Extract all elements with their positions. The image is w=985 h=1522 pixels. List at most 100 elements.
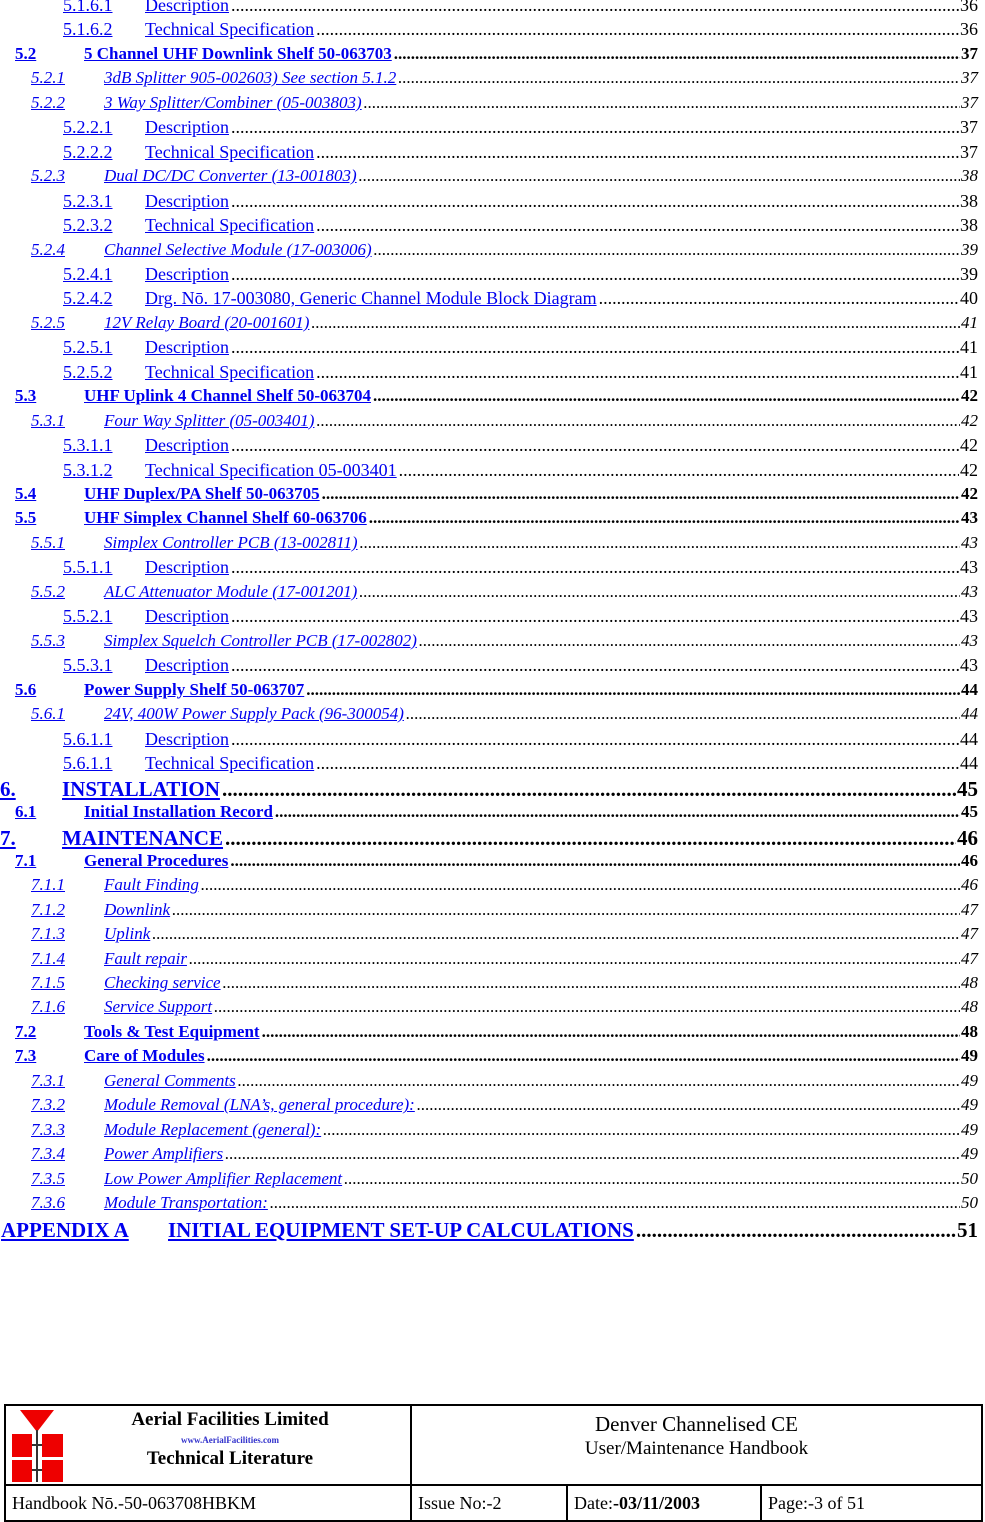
toc-entry-title[interactable]: Fault repair: [104, 949, 187, 969]
toc-entry[interactable]: 5.3.1Four Way Splitter (05-003401) 42: [0, 411, 978, 435]
toc-entry[interactable]: 5.5.3.1Description 43: [0, 655, 978, 679]
toc-entry[interactable]: 5.6.1.1Technical Specification 44: [0, 753, 978, 777]
toc-entry-number[interactable]: 6.: [0, 777, 62, 802]
toc-entry-number[interactable]: 7.3.6: [31, 1193, 104, 1213]
toc-entry-title[interactable]: Drg. Nō. 17-003080, Generic Channel Modu…: [145, 288, 597, 309]
toc-entry-number[interactable]: 7.1.1: [31, 875, 104, 895]
toc-entry-number[interactable]: 5.2.2.1: [63, 117, 145, 138]
toc-entry[interactable]: 7.1.1Fault Finding 46: [0, 875, 978, 899]
toc-entry[interactable]: 5.2.3.1Description 38: [0, 191, 978, 215]
toc-entry[interactable]: 5.2.3.2Technical Specification 38: [0, 215, 978, 239]
toc-entry-title[interactable]: Checking service: [104, 973, 221, 993]
toc-entry-title[interactable]: Description: [145, 117, 229, 138]
toc-entry-number[interactable]: 5.2.3.2: [63, 215, 145, 236]
toc-entry-number[interactable]: 5.2.2: [31, 93, 104, 113]
toc-entry-title[interactable]: Downlink: [104, 900, 170, 920]
toc-entry[interactable]: 7.MAINTENANCE 46: [0, 826, 978, 850]
toc-entry[interactable]: 5.6Power Supply Shelf 50-063707 44: [0, 680, 978, 704]
toc-entry-title[interactable]: Description: [145, 264, 229, 285]
toc-entry-number[interactable]: 5.2.4: [31, 240, 104, 260]
toc-entry[interactable]: 5.2.1 3dB Splitter 905-002603) See sectio…: [0, 68, 978, 92]
toc-entry-number[interactable]: 5.2.5: [31, 313, 104, 333]
toc-entry-number[interactable]: 5.2.4.2: [63, 288, 145, 309]
toc-entry-title[interactable]: Uplink: [104, 924, 150, 944]
toc-entry[interactable]: 5.3UHF Uplink 4 Channel Shelf 50-063704 4…: [0, 386, 978, 410]
toc-entry-title[interactable]: Technical Specification: [145, 362, 314, 383]
toc-entry[interactable]: 7.3.1General Comments 49: [0, 1071, 978, 1095]
toc-entry-title[interactable]: Low Power Amplifier Replacement: [104, 1169, 342, 1189]
toc-entry-title[interactable]: 5 Channel UHF Downlink Shelf 50-063703: [84, 44, 392, 64]
toc-entry-title[interactable]: Description: [145, 655, 229, 676]
toc-entry[interactable]: 7.1.2Downlink 47: [0, 900, 978, 924]
toc-entry[interactable]: 5.2.5.1Description 41: [0, 337, 978, 361]
toc-entry-title[interactable]: Description: [145, 435, 229, 456]
toc-entry[interactable]: 5.6.1.1Description 44: [0, 729, 978, 753]
toc-entry-number[interactable]: 5.3.1.2: [63, 460, 145, 481]
toc-entry[interactable]: 5.6.1 24V, 400W Power Supply Pack (96-300…: [0, 704, 978, 728]
toc-entry[interactable]: 5.1.6.2Technical Specification 36: [0, 19, 978, 43]
toc-entry-title[interactable]: 12V Relay Board (20-001601): [104, 313, 309, 333]
toc-entry[interactable]: 5.3.1.1Description 42: [0, 435, 978, 459]
toc-entry-title[interactable]: Technical Specification: [145, 19, 314, 40]
toc-entry-title[interactable]: Technical Specification: [145, 215, 314, 236]
toc-entry[interactable]: 5.2.2.1Description 37: [0, 117, 978, 141]
toc-entry-title[interactable]: Module Replacement (general):: [104, 1120, 321, 1140]
toc-entry[interactable]: 5.2.4.1Description 39: [0, 264, 978, 288]
toc-entry-title[interactable]: UHF Duplex/PA Shelf 50-063705: [84, 484, 320, 504]
toc-entry-title[interactable]: Channel Selective Module (17-003006): [104, 240, 372, 260]
toc-entry[interactable]: 5.1.6.1Description 36: [0, 0, 978, 19]
toc-entry-title[interactable]: Power Amplifiers: [104, 1144, 223, 1164]
toc-entry-title[interactable]: 3dB Splitter 905-002603) See section 5.1…: [104, 68, 396, 88]
toc-entry-title[interactable]: Technical Specification: [145, 753, 314, 774]
toc-entry-number[interactable]: 5.2.2.2: [63, 142, 145, 163]
toc-entry[interactable]: 7.3.5Low Power Amplifier Replacement 50: [0, 1169, 978, 1193]
toc-entry-title[interactable]: Description: [145, 337, 229, 358]
toc-entry-number[interactable]: 7.1: [15, 851, 84, 871]
toc-entry-title[interactable]: UHF Uplink 4 Channel Shelf 50-063704: [84, 386, 371, 406]
toc-entry-number[interactable]: 5.5.3: [31, 631, 104, 651]
toc-entry-title[interactable]: Four Way Splitter (05-003401): [104, 411, 314, 431]
toc-entry-number[interactable]: 5.3: [15, 386, 84, 406]
toc-entry-title[interactable]: INSTALLATION: [62, 777, 220, 802]
toc-entry-title[interactable]: Tools & Test Equipment: [84, 1022, 260, 1042]
toc-entry-number[interactable]: 6.1: [15, 802, 84, 822]
toc-entry[interactable]: 5.5UHF Simplex Channel Shelf 60-063706 43: [0, 508, 978, 532]
toc-entry-title[interactable]: Simplex Squelch Controller PCB (17-00280…: [104, 631, 417, 651]
toc-entry-number[interactable]: 5.4: [15, 484, 84, 504]
toc-entry-title[interactable]: Power Supply Shelf 50-063707: [84, 680, 304, 700]
toc-entry[interactable]: 5.2.4 Channel Selective Module (17-003006…: [0, 240, 978, 264]
toc-entry-number[interactable]: 5.5: [15, 508, 84, 528]
toc-entry-number[interactable]: 7.1.6: [31, 997, 104, 1017]
toc-entry-title[interactable]: Description: [145, 0, 229, 16]
toc-entry-number[interactable]: 5.3.1.1: [63, 435, 145, 456]
toc-entry[interactable]: 6.1Initial Installation Record 45: [0, 802, 978, 826]
toc-entry[interactable]: 5.2.5.2Technical Specification 41: [0, 362, 978, 386]
toc-entry-number[interactable]: 5.3.1: [31, 411, 104, 431]
toc-entry[interactable]: 5.5.3 Simplex Squelch Controller PCB (17-…: [0, 631, 978, 655]
toc-entry[interactable]: 5.2 5 Channel UHF Downlink Shelf 50-06370…: [0, 44, 978, 68]
toc-entry-number[interactable]: 7.1.5: [31, 973, 104, 993]
toc-entry-number[interactable]: 7.3.5: [31, 1169, 104, 1189]
toc-entry-number[interactable]: 5.6: [15, 680, 84, 700]
toc-entry-title[interactable]: Module Transportation:: [104, 1193, 268, 1213]
toc-entry[interactable]: 5.5.1.1Description 43: [0, 557, 978, 581]
toc-entry-number[interactable]: 7.3.1: [31, 1071, 104, 1091]
toc-entry-number[interactable]: 5.2.3.1: [63, 191, 145, 212]
toc-entry[interactable]: 5.2.3Dual DC/DC Converter (13-001803) 38: [0, 166, 978, 190]
toc-entry-title[interactable]: General Procedures: [84, 851, 228, 871]
toc-entry[interactable]: 7.2Tools & Test Equipment 48: [0, 1022, 978, 1046]
toc-entry-title[interactable]: Technical Specification 05-003401: [145, 460, 397, 481]
toc-entry-number[interactable]: 5.5.1.1: [63, 557, 145, 578]
toc-entry-title[interactable]: Service Support: [104, 997, 212, 1017]
toc-entry-title[interactable]: Care of Modules: [84, 1046, 205, 1066]
toc-entry-number[interactable]: 5.1.6.2: [63, 19, 145, 40]
toc-entry-title[interactable]: UHF Simplex Channel Shelf 60-063706: [84, 508, 367, 528]
toc-entry-number[interactable]: 5.2.3: [31, 166, 104, 186]
toc-entry-number[interactable]: 5.5.2.1: [63, 606, 145, 627]
toc-entry-title[interactable]: Description: [145, 729, 229, 750]
toc-entry[interactable]: 6.INSTALLATION 45: [0, 777, 978, 801]
toc-entry-number[interactable]: 5.2.5.1: [63, 337, 145, 358]
toc-entry-title[interactable]: General Comments: [104, 1071, 236, 1091]
toc-entry[interactable]: 5.2.512V Relay Board (20-001601) 41: [0, 313, 978, 337]
toc-entry-title[interactable]: ALC Attenuator Module (17-001201): [104, 582, 357, 602]
